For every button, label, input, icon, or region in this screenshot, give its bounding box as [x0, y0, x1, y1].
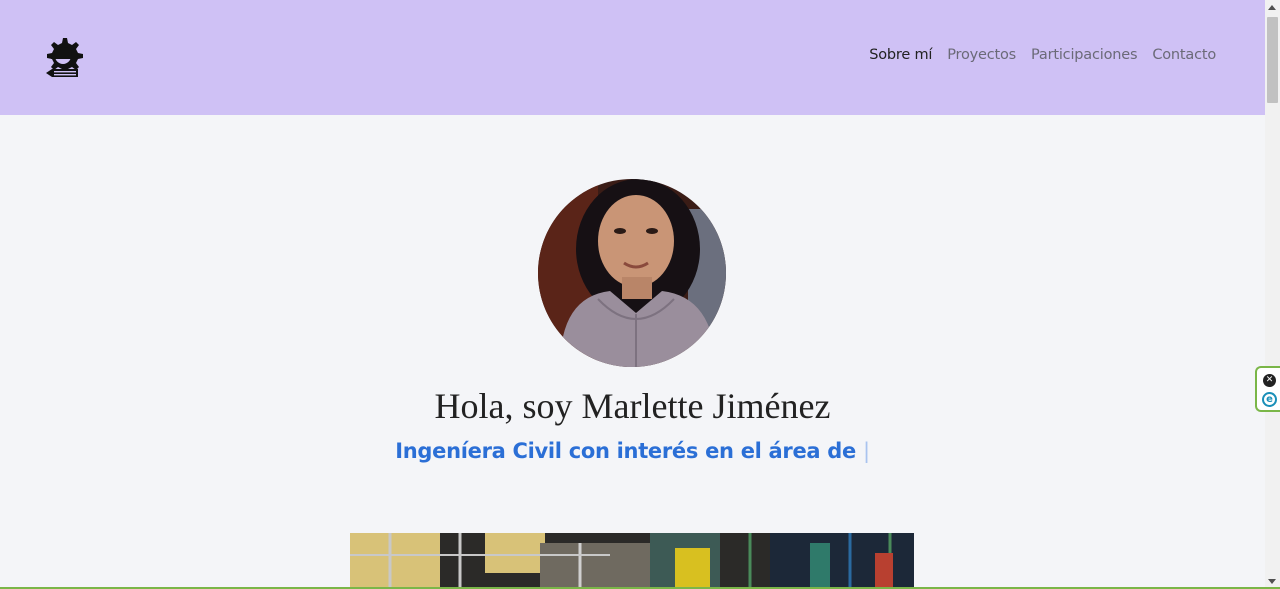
- lab-banner-image: [350, 533, 914, 589]
- page: Sobre mí Proyectos Participaciones Conta…: [0, 0, 1265, 589]
- nav-link-contacto[interactable]: Contacto: [1152, 47, 1216, 63]
- typing-cursor: |: [862, 439, 870, 463]
- nav-link-proyectos[interactable]: Proyectos: [947, 47, 1016, 63]
- nav-link-participaciones[interactable]: Participaciones: [1031, 47, 1137, 63]
- vertical-scrollbar[interactable]: [1265, 0, 1280, 589]
- close-circle-icon[interactable]: ✕: [1263, 374, 1276, 387]
- profile-photo-avatar: [538, 179, 726, 367]
- scroll-thumb[interactable]: [1267, 17, 1278, 103]
- hero-subtitle: Ingeníera Civil con interés en el área d…: [0, 439, 1265, 463]
- nav-menu: Sobre mí Proyectos Participaciones Conta…: [869, 47, 1216, 63]
- hero-greeting: Hola, soy Marlette Jiménez: [434, 386, 831, 426]
- extension-e-icon[interactable]: e: [1262, 392, 1277, 407]
- site-logo-icon[interactable]: [40, 35, 86, 81]
- nav-link-sobre-mi[interactable]: Sobre mí: [869, 47, 932, 63]
- navbar: Sobre mí Proyectos Participaciones Conta…: [0, 0, 1265, 115]
- scroll-down-icon[interactable]: [1268, 579, 1276, 584]
- scroll-up-icon[interactable]: [1268, 5, 1276, 10]
- extension-widget: ✕ e: [1255, 366, 1280, 412]
- hero-subtitle-text: Ingeníera Civil con interés en el área d…: [395, 439, 856, 463]
